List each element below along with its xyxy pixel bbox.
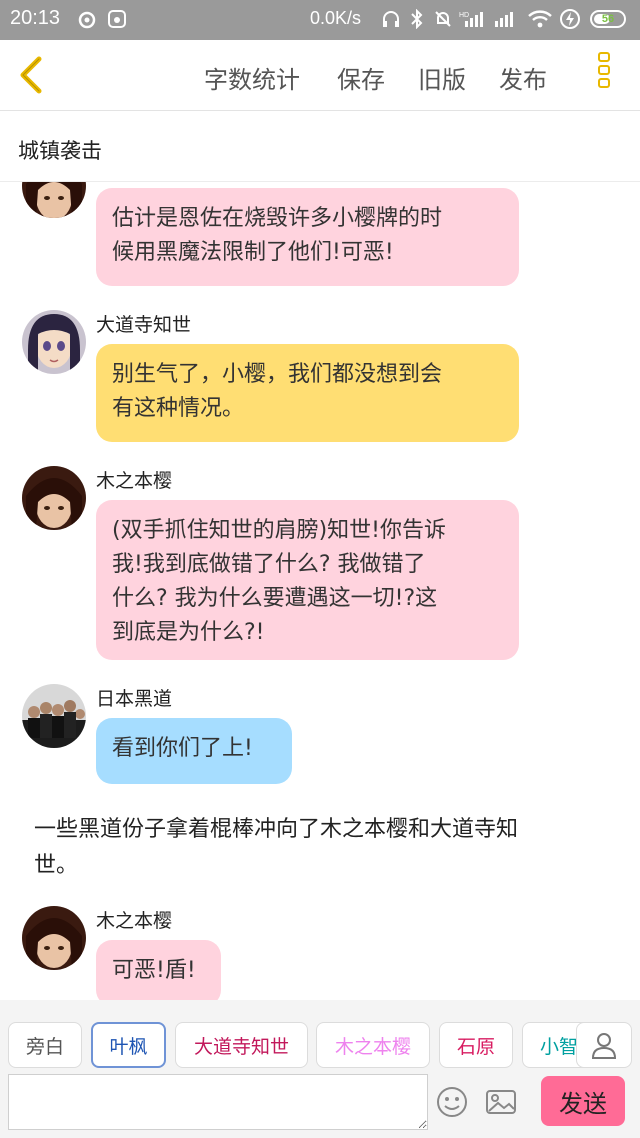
message-bubble[interactable]: 别生气了，小樱，我们都没想到会 有这种情况。 xyxy=(96,344,519,442)
baidu-icon xyxy=(106,8,128,30)
narration-line: 世。 xyxy=(34,853,79,878)
avatar-yakuza[interactable] xyxy=(22,684,86,748)
character-chip-label: 旁白 xyxy=(25,1035,64,1058)
message-composer: 发送 xyxy=(0,1070,640,1138)
character-chip[interactable]: 石原 xyxy=(439,1022,513,1068)
signal-icon xyxy=(492,8,518,30)
narration-text[interactable]: 一些黑道份子拿着棍棒冲向了木之本樱和大道寺知 世。 xyxy=(34,812,624,884)
user-icon[interactable] xyxy=(576,1022,632,1068)
character-chip[interactable]: 木之本樱 xyxy=(316,1022,430,1068)
message-line: 可恶!盾! xyxy=(112,958,196,983)
message-line: 到底是为什么?! xyxy=(112,620,265,645)
speaker-name: 日本黑道 xyxy=(96,688,173,710)
word-count-button[interactable]: 字数统计 xyxy=(204,60,300,95)
message-line: 看到你们了上! xyxy=(112,736,253,761)
chapter-title[interactable]: 城镇袭击 xyxy=(18,135,102,165)
wifi-icon xyxy=(526,8,554,30)
speaker-name: 木之本樱 xyxy=(96,470,173,492)
image-icon[interactable] xyxy=(483,1084,519,1120)
send-button[interactable]: 发送 xyxy=(541,1076,625,1126)
message-line: (双手抓住知世的肩膀)知世!你告诉 xyxy=(112,518,446,543)
character-chip-selected[interactable]: 叶枫 xyxy=(91,1022,166,1068)
avatar-sakura[interactable] xyxy=(22,906,86,970)
avatar-sakura[interactable] xyxy=(22,182,86,218)
character-chip-label: 小智 xyxy=(539,1035,578,1058)
character-chip[interactable]: 大道寺知世 xyxy=(175,1022,308,1068)
weibo-icon xyxy=(76,8,98,30)
character-chip-label: 木之本樱 xyxy=(334,1035,411,1058)
character-selector: 旁白 叶枫 大道寺知世 木之本樱 石原 小智 xyxy=(0,1000,640,1070)
message-bubble[interactable]: 估计是恩佐在烧毁许多小樱牌的时 候用黑魔法限制了他们!可恶! xyxy=(96,188,519,286)
mute-bell-icon xyxy=(432,8,454,30)
chat-area[interactable]: 估计是恩佐在烧毁许多小樱牌的时 候用黑魔法限制了他们!可恶! 大道寺知世 别生气… xyxy=(0,182,640,1000)
avatar-sakura[interactable] xyxy=(22,466,86,530)
hd-signal-icon: HD xyxy=(458,8,488,30)
message-line: 候用黑魔法限制了他们!可恶! xyxy=(112,240,394,265)
message-line: 我!我到底做错了什么? 我做错了 xyxy=(112,552,426,577)
avatar-tomoyo[interactable] xyxy=(22,310,86,374)
chapter-header: 城镇袭击 xyxy=(0,111,640,182)
message-bubble[interactable]: 可恶!盾! xyxy=(96,940,221,1000)
status-bar: 20:13 0.0K/s HD 56 xyxy=(0,0,640,40)
message-line: 什么? 我为什么要遭遇这一切!?这 xyxy=(112,586,438,611)
character-chip-label: 石原 xyxy=(456,1035,495,1058)
charging-icon xyxy=(558,8,582,30)
net-speed: 0.0K/s xyxy=(310,8,362,28)
message-line: 别生气了，小樱，我们都没想到会 xyxy=(112,362,443,387)
old-version-button[interactable]: 旧版 xyxy=(418,60,466,95)
status-time: 20:13 xyxy=(10,7,61,29)
message-input[interactable] xyxy=(8,1074,428,1130)
editor-toolbar: 字数统计 保存 旧版 发布 xyxy=(0,40,640,111)
speaker-name: 大道寺知世 xyxy=(96,314,192,336)
more-vertical-icon[interactable] xyxy=(596,52,616,100)
character-chip-label: 叶枫 xyxy=(109,1035,148,1058)
message-bubble[interactable]: 看到你们了上! xyxy=(96,718,292,784)
headphones-icon xyxy=(380,8,402,30)
message-bubble[interactable]: (双手抓住知世的肩膀)知世!你告诉 我!我到底做错了什么? 我做错了 什么? 我… xyxy=(96,500,519,660)
emoji-icon[interactable] xyxy=(434,1084,470,1120)
svg-text:HD: HD xyxy=(459,12,469,19)
back-button[interactable] xyxy=(12,54,52,96)
narration-line: 一些黑道份子拿着棍棒冲向了木之本樱和大道寺知 xyxy=(34,817,519,842)
message-line: 估计是恩佐在烧毁许多小樱牌的时 xyxy=(112,206,443,231)
battery-level: 56 xyxy=(601,13,615,25)
battery-icon: 56 xyxy=(590,10,626,28)
chevron-left-icon xyxy=(20,56,42,94)
publish-button[interactable]: 发布 xyxy=(499,60,547,95)
bluetooth-icon xyxy=(406,8,428,30)
save-button[interactable]: 保存 xyxy=(337,60,385,95)
character-chip-label: 大道寺知世 xyxy=(193,1035,289,1058)
speaker-name: 木之本樱 xyxy=(96,910,173,932)
message-line: 有这种情况。 xyxy=(112,396,245,421)
character-chip[interactable]: 旁白 xyxy=(8,1022,82,1068)
